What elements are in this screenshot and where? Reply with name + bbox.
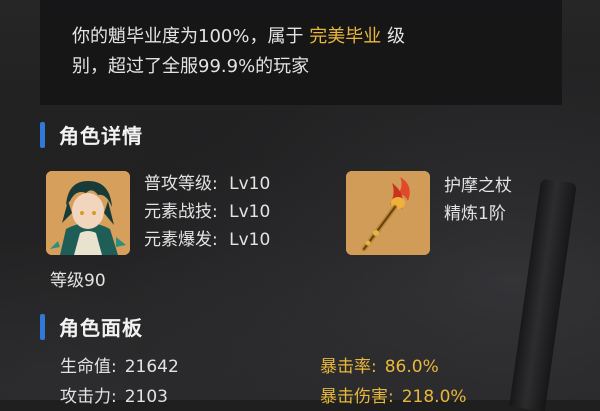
talent-label: 普攻等级: xyxy=(144,174,218,194)
stat-value: 86.0% xyxy=(384,357,439,377)
stat-label: 攻击力: xyxy=(60,387,117,407)
stat-label: 生命值: xyxy=(60,357,117,377)
weapon-name: 护摩之杖 xyxy=(444,176,512,196)
section-header-details: 角色详情 xyxy=(40,120,143,149)
xiao-portrait-icon xyxy=(46,171,130,255)
section-header-panel: 角色面板 xyxy=(40,312,143,341)
stat-label: 暴击率: xyxy=(320,357,377,377)
summary-middle: 级 xyxy=(386,26,405,47)
stat-atk: 攻击力: 2103 xyxy=(60,382,168,407)
weapon-thumbnail[interactable] xyxy=(346,171,430,255)
stat-crit-rate: 暴击率: 86.0% xyxy=(320,352,439,377)
talent-row-elemental-skill: 元素战技: Lv10 xyxy=(144,198,270,226)
weapon-refinement: 精炼1阶 xyxy=(444,204,506,224)
talent-value: Lv10 xyxy=(229,230,271,250)
talent-value: Lv10 xyxy=(229,174,271,194)
stat-value: 218.0% xyxy=(401,387,467,407)
talent-value: Lv10 xyxy=(229,202,271,222)
summary-text: 你的魈毕业度为100%，属于 完美毕业 级 别，超过了全服99.9%的玩家 xyxy=(72,22,522,82)
stat-value: 21642 xyxy=(124,357,179,377)
section-accent-bar xyxy=(40,313,45,340)
section-accent-bar xyxy=(40,121,45,148)
staff-of-homa-icon xyxy=(346,171,430,255)
summary-suffix: 别，超过了全服99.9%的玩家 xyxy=(72,56,310,77)
character-level: 等级90 xyxy=(50,271,106,291)
stat-label: 暴击伤害: xyxy=(320,387,394,407)
talent-list: 普攻等级: Lv10 元素战技: Lv10 元素爆发: Lv10 xyxy=(144,170,270,254)
character-portrait[interactable] xyxy=(46,171,130,255)
stat-value: 2103 xyxy=(124,387,168,407)
stat-crit-dmg: 暴击伤害: 218.0% xyxy=(320,382,467,407)
talent-row-normal-attack: 普攻等级: Lv10 xyxy=(144,170,270,198)
weapon-info: 护摩之杖 精炼1阶 xyxy=(444,172,512,228)
section-title-details: 角色详情 xyxy=(59,124,143,148)
summary-tier: 完美毕业 xyxy=(309,26,382,47)
talent-label: 元素战技: xyxy=(144,202,218,222)
stat-hp: 生命值: 21642 xyxy=(60,352,179,377)
talent-row-elemental-burst: 元素爆发: Lv10 xyxy=(144,226,270,254)
summary-prefix: 你的魈毕业度为100%，属于 xyxy=(72,26,304,47)
talent-label: 元素爆发: xyxy=(144,230,218,250)
section-title-panel: 角色面板 xyxy=(59,316,143,340)
